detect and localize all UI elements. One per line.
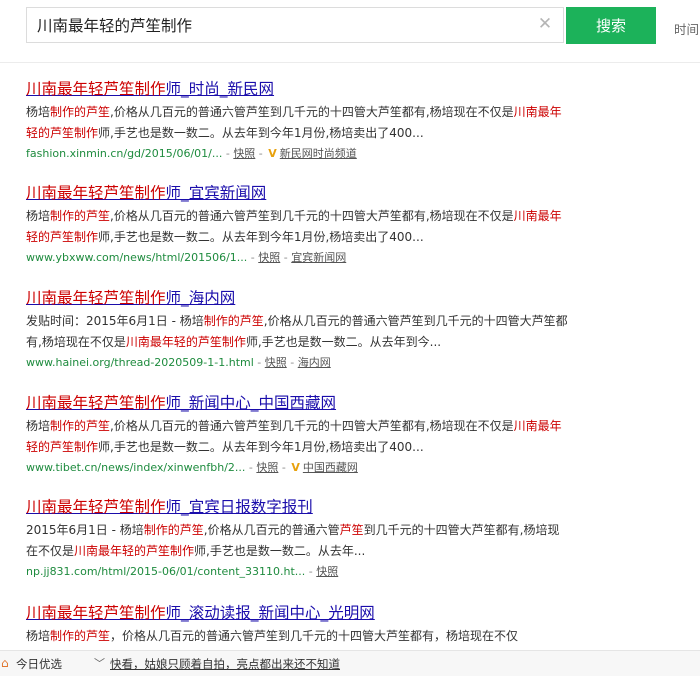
highlighted-text: 制作的芦笙 (50, 209, 111, 223)
plain-text: 师_滚动读报_新闻中心_光明网 (165, 604, 375, 622)
search-box: ✕ (26, 7, 564, 43)
news-ticker-link[interactable]: 快看，姑娘只顾着自拍，亮点都出来还不知道 (110, 656, 340, 672)
plain-text: ,价格从几百元的普通六管芦笙到几千元的十四管大芦笙都有,杨培现在不仅是 (110, 209, 514, 223)
today-picks-label[interactable]: 今日优选 (16, 656, 62, 672)
result-url[interactable]: www.hainei.org/thread-2020509-1-1.html (26, 356, 254, 369)
result-snippet: 杨培制作的芦笙,价格从几百元的普通六管芦笙到几千元的十四管大芦笙都有,杨培现在不… (26, 416, 571, 458)
plain-text: ，价格从几百元的普通六管芦笙到几千元的十四管大芦笙都有，杨培现在不仅 (110, 629, 519, 643)
highlighted-text: 川南最年轻芦笙制作 (26, 289, 166, 307)
plain-text: 师,手艺也是数一数二。从去年到今年1月份,杨培卖出了400... (98, 440, 424, 454)
highlighted-text: 制作的芦笙 (143, 523, 204, 537)
plain-text: ,价格从几百元的普通六管芦笙到几千元的十四管大芦笙都有,杨培现在不仅是 (110, 105, 514, 119)
plain-text: 杨培 (26, 105, 51, 119)
result-item: 川南最年轻芦笙制作师_时尚_新民网 杨培制作的芦笙,价格从几百元的普通六管芦笙到… (26, 78, 586, 164)
search-input[interactable] (37, 8, 527, 42)
source-link[interactable]: 新民网时尚频道 (280, 147, 357, 160)
time-filter[interactable]: 时间 (674, 19, 699, 38)
cache-link[interactable]: 快照 (233, 147, 255, 160)
highlighted-text: 川南最年轻芦笙制作 (26, 498, 166, 516)
plain-text: 杨培 (26, 209, 51, 223)
result-snippet: 杨培制作的芦笙，价格从几百元的普通六管芦笙到几千元的十四管大芦笙都有，杨培现在不… (26, 626, 586, 647)
search-header: ✕ 搜索 时间 (0, 0, 700, 63)
home-icon: ⌂ (1, 656, 9, 670)
highlighted-text: 川南最年轻芦笙制作 (26, 80, 166, 98)
result-title[interactable]: 川南最年轻芦笙制作师_宜宾新闻网 (26, 182, 586, 204)
verified-icon: V (268, 147, 277, 160)
plain-text: 发贴时间：2015年6月1日 - 杨培 (26, 314, 204, 328)
result-item: 川南最年轻芦笙制作师_滚动读报_新闻中心_光明网 杨培制作的芦笙，价格从几百元的… (26, 602, 586, 647)
cache-link[interactable]: 快照 (256, 461, 278, 474)
plain-text: 师,手艺也是数一数二。从去年到今... (245, 335, 442, 349)
result-url[interactable]: www.ybxww.com/news/html/201506/1... (26, 251, 247, 264)
result-title[interactable]: 川南最年轻芦笙制作师_时尚_新民网 (26, 78, 586, 100)
result-url[interactable]: fashion.xinmin.cn/gd/2015/06/01/... (26, 147, 222, 160)
result-snippet: 发贴时间：2015年6月1日 - 杨培制作的芦笙,价格从几百元的普通六管芦笙到几… (26, 311, 571, 353)
result-title[interactable]: 川南最年轻芦笙制作师_宜宾日报数字报刊 (26, 496, 586, 518)
highlighted-text: 川南最年轻芦笙制作 (26, 604, 166, 622)
result-snippet: 杨培制作的芦笙,价格从几百元的普通六管芦笙到几千元的十四管大芦笙都有,杨培现在不… (26, 102, 571, 144)
result-item: 川南最年轻芦笙制作师_宜宾新闻网 杨培制作的芦笙,价格从几百元的普通六管芦笙到几… (26, 182, 586, 268)
highlighted-text: 川南最年轻的芦笙制作 (74, 544, 195, 558)
result-snippet: 杨培制作的芦笙,价格从几百元的普通六管芦笙到几千元的十四管大芦笙都有,杨培现在不… (26, 206, 571, 248)
source-link[interactable]: 中国西藏网 (303, 461, 358, 474)
plain-text: 师_新闻中心_中国西藏网 (165, 394, 337, 412)
result-title[interactable]: 川南最年轻芦笙制作师_海内网 (26, 287, 586, 309)
plain-text: 师,手艺也是数一数二。从去年... (194, 544, 366, 558)
plain-text: 师,手艺也是数一数二。从去年到今年1月份,杨培卖出了400... (98, 230, 424, 244)
highlighted-text: 制作的芦笙 (50, 419, 111, 433)
plain-text: 师_宜宾新闻网 (165, 184, 267, 202)
cache-link[interactable]: 快照 (265, 356, 287, 369)
result-url[interactable]: np.jj831.com/html/2015-06/01/content_331… (26, 565, 305, 578)
plain-text: 杨培 (26, 419, 51, 433)
cache-link[interactable]: 快照 (316, 565, 338, 578)
result-meta: np.jj831.com/html/2015-06/01/content_331… (26, 565, 339, 578)
result-meta: fashion.xinmin.cn/gd/2015/06/01/... - 快照… (26, 147, 357, 160)
highlighted-text: 川南最年轻芦笙制作 (26, 184, 166, 202)
result-meta: www.hainei.org/thread-2020509-1-1.html -… (26, 356, 331, 369)
result-title[interactable]: 川南最年轻芦笙制作师_滚动读报_新闻中心_光明网 (26, 602, 586, 624)
verified-icon: V (291, 461, 300, 474)
plain-text: 师,手艺也是数一数二。从去年到今年1月份,杨培卖出了400... (98, 126, 424, 140)
result-item: 川南最年轻芦笙制作师_海内网 发贴时间：2015年6月1日 - 杨培制作的芦笙,… (26, 287, 586, 373)
result-title[interactable]: 川南最年轻芦笙制作师_新闻中心_中国西藏网 (26, 392, 586, 414)
result-item: 川南最年轻芦笙制作师_新闻中心_中国西藏网 杨培制作的芦笙,价格从几百元的普通六… (26, 392, 586, 478)
search-button[interactable]: 搜索 (566, 7, 656, 44)
highlighted-text: 制作的芦笙 (50, 105, 111, 119)
result-url[interactable]: www.tibet.cn/news/index/xinwenfbh/2... (26, 461, 245, 474)
plain-text: ,价格从几百元的普通六管 (203, 523, 340, 537)
highlighted-text: 制作的芦笙 (50, 629, 111, 643)
result-snippet: 2015年6月1日 - 杨培制作的芦笙,价格从几百元的普通六管芦笙到几千元的十四… (26, 520, 571, 562)
plain-text: 杨培 (26, 629, 51, 643)
result-meta: www.ybxww.com/news/html/201506/1... - 快照… (26, 251, 347, 264)
plain-text: 师_海内网 (165, 289, 236, 307)
highlighted-text: 川南最年轻的芦笙制作 (125, 335, 246, 349)
plain-text: 2015年6月1日 - 杨培 (26, 523, 144, 537)
highlighted-text: 芦笙 (339, 523, 364, 537)
plain-text: 师_宜宾日报数字报刊 (165, 498, 313, 516)
plain-text: ,价格从几百元的普通六管芦笙到几千元的十四管大芦笙都有,杨培现在不仅是 (110, 419, 514, 433)
result-meta: www.tibet.cn/news/index/xinwenfbh/2... -… (26, 461, 358, 474)
source-link[interactable]: 海内网 (298, 356, 331, 369)
source-link[interactable]: 宜宾新闻网 (291, 251, 346, 264)
close-icon[interactable]: ✕ (537, 16, 553, 33)
bottom-bar: ⌂ 今日优选 ﹀ 快看，姑娘只顾着自拍，亮点都出来还不知道 (0, 650, 700, 676)
highlighted-text: 制作的芦笙 (203, 314, 264, 328)
cache-link[interactable]: 快照 (258, 251, 280, 264)
results-list: 川南最年轻芦笙制作师_时尚_新民网 杨培制作的芦笙,价格从几百元的普通六管芦笙到… (0, 62, 700, 650)
plain-text: 师_时尚_新民网 (165, 80, 275, 98)
result-item: 川南最年轻芦笙制作师_宜宾日报数字报刊 2015年6月1日 - 杨培制作的芦笙,… (26, 496, 586, 582)
chevron-down-icon[interactable]: ﹀ (94, 655, 105, 671)
highlighted-text: 川南最年轻芦笙制作 (26, 394, 166, 412)
